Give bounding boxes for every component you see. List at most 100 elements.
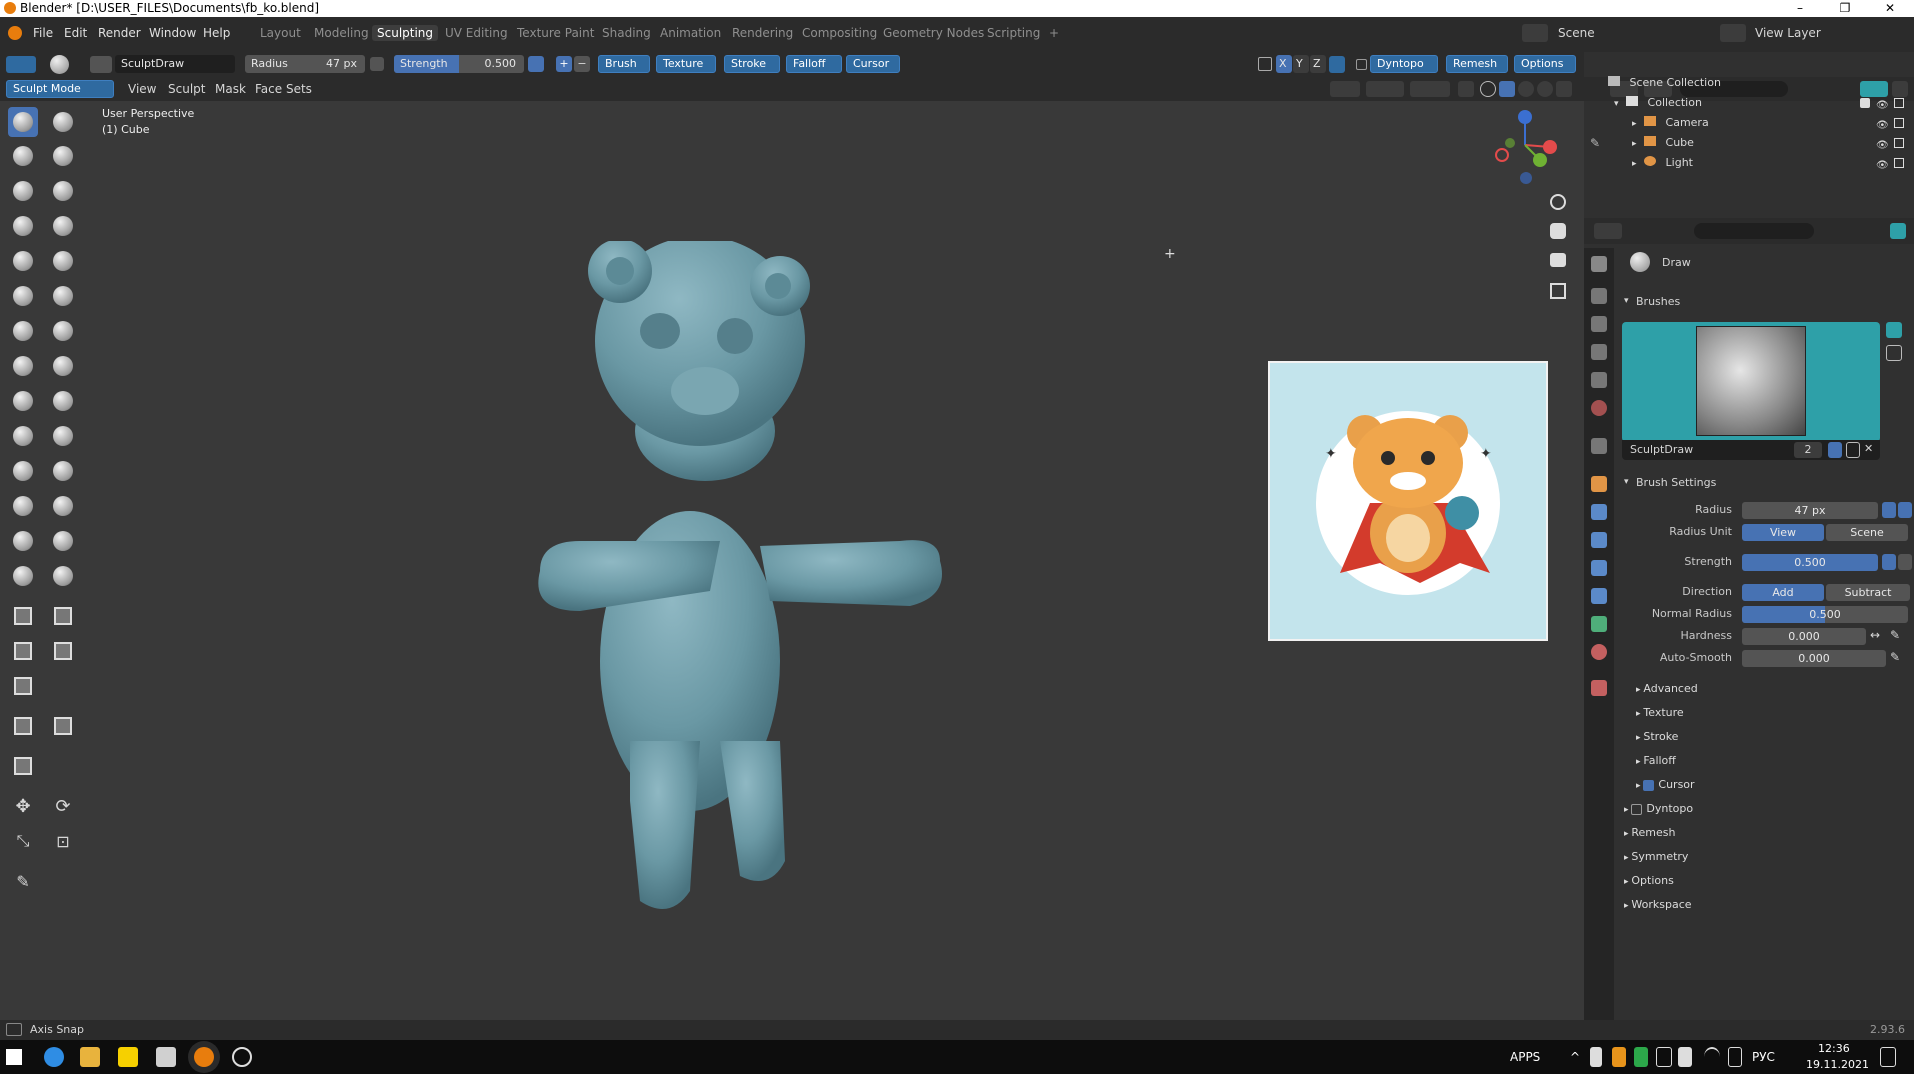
properties-search-icon[interactable] <box>1694 223 1814 239</box>
crease-brush-tool[interactable] <box>8 246 38 276</box>
tab-texture-paint[interactable]: Texture Paint <box>517 26 594 40</box>
clay-brush-tool[interactable] <box>8 141 38 171</box>
output-tab-icon[interactable] <box>1591 316 1607 332</box>
collection-tab-icon[interactable] <box>1591 438 1607 454</box>
tray-app-icon[interactable] <box>1678 1047 1692 1067</box>
duplicate-brush-icon[interactable] <box>1846 442 1860 458</box>
menu-window[interactable]: Window <box>149 26 196 40</box>
cloth-filter-tool[interactable] <box>48 711 78 741</box>
slide-relax-brush-tool[interactable] <box>8 491 38 521</box>
sticky-notes-icon[interactable] <box>118 1047 138 1067</box>
strength-field[interactable]: Strength 0.500 <box>394 55 524 73</box>
panel-expanded-arrow-icon[interactable]: ▾ <box>1624 296 1629 306</box>
editor-type-icon[interactable] <box>6 56 36 73</box>
view-layer-icon[interactable] <box>1720 24 1746 42</box>
data-tab-icon[interactable] <box>1591 616 1607 632</box>
annotate-tool-icon[interactable]: ✎ <box>8 866 38 896</box>
particles-tab-icon[interactable] <box>1591 532 1607 548</box>
brush-users-count[interactable]: 2 <box>1794 442 1822 458</box>
blob-brush-tool[interactable] <box>48 211 78 241</box>
edge-browser-icon[interactable] <box>44 1047 64 1067</box>
brush-image-icon[interactable] <box>1886 345 1902 361</box>
box-mask-tool[interactable] <box>8 601 38 631</box>
camera-render-icon[interactable] <box>1894 118 1904 128</box>
brush-dropdown[interactable]: Brush <box>598 55 650 73</box>
panel-options[interactable]: ▸ Options <box>1624 874 1674 887</box>
wifi-icon[interactable] <box>1704 1047 1720 1067</box>
radius-unit-scene[interactable]: Scene <box>1826 524 1908 541</box>
draw-sharp-brush-tool[interactable] <box>48 107 78 137</box>
tab-modeling[interactable]: Modeling <box>314 26 369 40</box>
direction-add[interactable]: Add <box>1742 584 1824 601</box>
mode-dropdown[interactable]: Sculpt Mode <box>6 80 114 98</box>
normal-radius-field[interactable]: 0.500 <box>1742 606 1908 623</box>
hardness-pressure-icon[interactable]: ✎ <box>1890 628 1900 642</box>
pen-icon[interactable] <box>1728 1047 1742 1067</box>
direction-subtract[interactable]: Subtract <box>1826 584 1910 601</box>
stroke-dropdown[interactable]: Stroke <box>724 55 780 73</box>
clay-thumb-brush-tool[interactable] <box>8 176 38 206</box>
clock-date[interactable]: 19.11.2021 <box>1806 1058 1869 1071</box>
axis-z-toggle[interactable]: Z <box>1310 55 1326 73</box>
shading-dropdown-icon[interactable] <box>1556 81 1572 97</box>
subpanel-texture[interactable]: ▸ Texture <box>1636 706 1684 719</box>
menu-render[interactable]: Render <box>98 26 141 40</box>
box-hide-tool[interactable] <box>48 601 78 631</box>
battery-icon[interactable] <box>1656 1047 1672 1067</box>
cursor-checkbox[interactable] <box>1643 779 1655 791</box>
tab-scripting[interactable]: Scripting <box>987 26 1040 40</box>
subpanel-falloff[interactable]: ▸ Falloff <box>1636 754 1676 767</box>
tab-layout[interactable]: Layout <box>260 26 301 40</box>
tab-geometry-nodes[interactable]: Geometry Nodes <box>883 26 984 40</box>
xray-icon[interactable] <box>1458 81 1474 97</box>
visibility-icon[interactable] <box>1330 81 1360 97</box>
tray-app-icon[interactable] <box>1612 1047 1626 1067</box>
physics-tab-icon[interactable] <box>1591 560 1607 576</box>
box-face-set-tool[interactable] <box>8 636 38 666</box>
rotate-tool-icon[interactable]: ⟳ <box>48 791 78 821</box>
axis-y-toggle[interactable]: Y <box>1293 55 1309 73</box>
panel-symmetry[interactable]: ▸ Symmetry <box>1624 850 1688 863</box>
menu-view[interactable]: View <box>128 82 156 96</box>
panel-workspace[interactable]: ▸ Workspace <box>1624 898 1692 911</box>
tab-sculpting[interactable]: Sculpting <box>372 25 439 41</box>
material-tab-icon[interactable] <box>1591 644 1607 660</box>
menu-face-sets[interactable]: Face Sets <box>255 82 312 96</box>
cloth-brush-tool[interactable] <box>8 526 38 556</box>
tab-uv-editing[interactable]: UV Editing <box>445 26 508 40</box>
panel-expanded-arrow-icon[interactable]: ▾ <box>1624 477 1629 487</box>
windows-start-icon[interactable] <box>6 1049 22 1065</box>
texture-dropdown[interactable]: Texture <box>656 55 716 73</box>
tool-tab-icon[interactable] <box>1591 256 1607 272</box>
strength-pressure-toggle-icon[interactable] <box>1882 554 1896 570</box>
blender-menu-icon[interactable] <box>8 26 22 40</box>
inflate-brush-tool[interactable] <box>8 211 38 241</box>
constraints-tab-icon[interactable] <box>1591 588 1607 604</box>
scene-name[interactable]: Scene <box>1558 26 1595 40</box>
dyntopo-panel-checkbox[interactable] <box>1631 803 1643 815</box>
boundary-brush-tool[interactable] <box>48 491 78 521</box>
add-direction-icon[interactable]: + <box>556 56 572 72</box>
world-tab-icon[interactable] <box>1591 400 1607 416</box>
layer-brush-tool[interactable] <box>48 176 78 206</box>
material-shading-icon[interactable] <box>1518 81 1534 97</box>
scrape-brush-tool[interactable] <box>8 316 38 346</box>
hardness-field[interactable]: 0.000 <box>1742 628 1866 645</box>
mesh-filter-tool[interactable] <box>8 711 38 741</box>
outliner-collection[interactable]: ▾ Collection 👁 <box>1614 94 1914 112</box>
hardness-invert-icon[interactable]: ↔ <box>1870 628 1880 642</box>
brush-browse-icon[interactable] <box>90 56 112 73</box>
scene-tab-icon[interactable] <box>1591 372 1607 388</box>
panel-dyntopo[interactable]: ▸ Dyntopo <box>1624 802 1693 815</box>
texture-tab-icon[interactable] <box>1591 680 1607 696</box>
scene-icon[interactable] <box>1522 24 1548 42</box>
subpanel-stroke[interactable]: ▸ Stroke <box>1636 730 1678 743</box>
notification-icon[interactable] <box>1880 1047 1896 1067</box>
properties-editor-icon[interactable] <box>1594 223 1622 239</box>
3d-viewport[interactable]: User Perspective (1) Cube ✦ ✦ + <box>0 101 1584 1020</box>
draw-face-sets-tool[interactable] <box>48 561 78 591</box>
nudge-brush-tool[interactable] <box>8 456 38 486</box>
clay-strips-brush-tool[interactable] <box>48 141 78 171</box>
color-filter-tool[interactable] <box>8 751 38 781</box>
brush-name-field[interactable]: SculptDraw <box>115 55 235 73</box>
